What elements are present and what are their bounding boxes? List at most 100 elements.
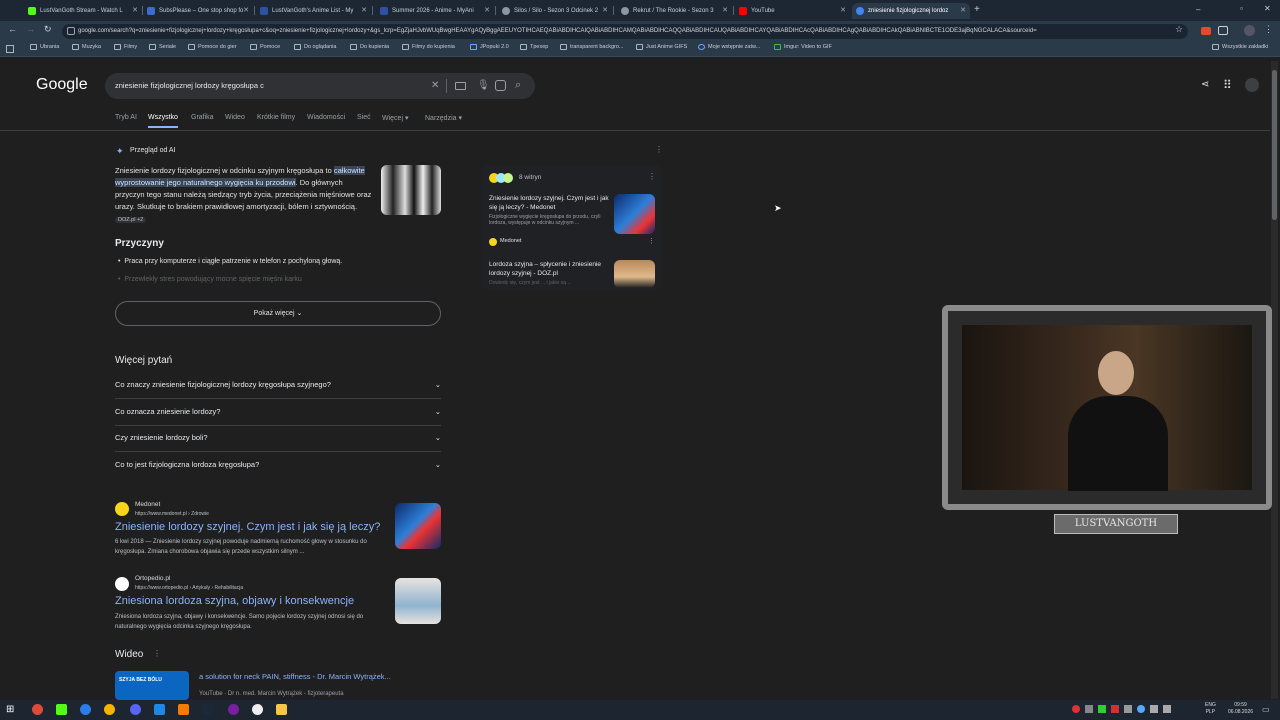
more-options-icon[interactable]: ⋮ [648, 237, 655, 245]
tab-kick[interactable]: LustVanGoth Stream - Watch L ✕ [24, 3, 142, 19]
system-tray[interactable] [1072, 705, 1202, 715]
more-options-icon[interactable]: ⋮ [655, 145, 663, 154]
bookmark-link[interactable]: JPopuki 2.0 [470, 44, 509, 50]
tab-google-active[interactable]: zniesienie fizjologicznej lordoz ✕ [852, 3, 970, 19]
clock[interactable]: 09:59 06.08.2026 [1228, 702, 1253, 716]
close-icon[interactable]: ✕ [602, 6, 608, 14]
bookmark-link[interactable]: Just Anime GIFS [636, 44, 687, 50]
menu-icon[interactable]: ⋮ [1264, 24, 1273, 35]
xray-thumbnail[interactable] [381, 165, 441, 215]
more-options-icon[interactable]: ⋮ [153, 649, 161, 658]
bookmark-star-icon[interactable]: ☆ [1175, 24, 1183, 35]
extension-icon[interactable] [1201, 27, 1211, 35]
bookmark-folder[interactable]: Do kupienia [350, 44, 389, 50]
result-url[interactable]: https://www.medonet.pl › Zdrowie [135, 511, 209, 517]
close-icon[interactable]: ✕ [722, 6, 728, 14]
folder-icon[interactable] [276, 704, 287, 715]
video-title[interactable]: a solution for neck PAIN, stiffness - Dr… [199, 672, 391, 681]
tab-more[interactable]: Więcej ▾ [382, 114, 408, 122]
tab-videos[interactable]: Wideo [225, 114, 245, 121]
back-icon[interactable]: ← [8, 24, 17, 34]
more-options-icon[interactable]: ⋮ [648, 172, 656, 181]
close-icon[interactable]: ✕ [840, 6, 846, 14]
app-icon[interactable] [56, 704, 67, 715]
steam-icon[interactable] [202, 704, 213, 715]
new-tab-button[interactable]: + [974, 4, 980, 15]
mic-icon[interactable]: 🎙 [477, 80, 490, 91]
tab-short-videos[interactable]: Krótkie filmy [257, 114, 295, 121]
apps-grid-icon[interactable]: ⠿ [1223, 78, 1232, 92]
bookmark-folder[interactable]: Pomoce do gier [188, 44, 237, 50]
bookmark-link[interactable]: transparent backgro... [560, 44, 624, 50]
tab-web[interactable]: Sieć [357, 114, 371, 121]
tab-all[interactable]: Wszystko [148, 114, 178, 121]
clear-icon[interactable]: ✕ [431, 80, 439, 91]
apps-icon[interactable] [6, 45, 14, 53]
app-icon[interactable] [154, 704, 165, 715]
bookmark-link[interactable]: Moje wstępnie zatw... [698, 44, 760, 50]
paa-question[interactable]: Czy zniesienie lordozy boli? ⌄ [115, 433, 441, 442]
source-chip[interactable]: DOZ.pl +2 [115, 217, 147, 223]
close-icon[interactable]: ✕ [484, 6, 490, 14]
app-icon[interactable] [252, 704, 263, 715]
result-url[interactable]: https://www.ortopedio.pl › Artykuły › Re… [135, 585, 243, 591]
bookmark-folder[interactable]: Muzyka [72, 44, 101, 50]
notification-icon[interactable]: ▭ [1262, 705, 1270, 714]
video-thumbnail[interactable]: SZYJA BEZ BÓLU [115, 671, 189, 700]
language-indicator[interactable]: ENG PLP [1205, 702, 1216, 716]
result-thumbnail[interactable] [395, 503, 441, 549]
chrome-icon[interactable] [32, 704, 43, 715]
vlc-icon[interactable] [178, 704, 189, 715]
profile-avatar[interactable] [1244, 25, 1255, 36]
source-card-title[interactable]: Zniesienie lordozy szyjnej. Czym jest i … [489, 194, 609, 212]
close-icon[interactable]: ✕ [960, 6, 966, 14]
share-icon[interactable]: ⋖ [1201, 79, 1209, 90]
result-title[interactable]: Zniesienie lordozy szyjnej. Czym jest i … [115, 521, 380, 533]
bookmark-folder[interactable]: Seriale [149, 44, 176, 50]
google-account-avatar[interactable] [1245, 78, 1259, 92]
close-icon[interactable]: ✕ [132, 6, 138, 14]
spine-thumbnail[interactable] [614, 194, 655, 234]
sites-count[interactable]: 8 witryn [519, 174, 541, 181]
discord-icon[interactable] [130, 704, 141, 715]
bookmark-link[interactable]: Imgur: Video to GIF [774, 44, 832, 50]
result-thumbnail[interactable] [395, 578, 441, 624]
tab-news[interactable]: Wiadomości [307, 114, 345, 121]
tab-mal-summer[interactable]: Summer 2026 - Anime - MyAni ✕ [376, 3, 494, 19]
all-bookmarks[interactable]: Wszystkie zakładki [1212, 44, 1268, 50]
tab-images[interactable]: Grafika [191, 114, 214, 121]
app-icon[interactable] [80, 704, 91, 715]
show-more-button[interactable]: Pokaż więcej ⌄ [115, 301, 441, 326]
tab-rookie[interactable]: Rekrut / The Rookie - Sezon 3 ✕ [617, 3, 732, 19]
extensions-icon[interactable] [1218, 26, 1228, 35]
tab-ai-mode[interactable]: Tryb AI [115, 114, 137, 121]
bookmark-folder[interactable]: Do oglądania [294, 44, 336, 50]
app-icon[interactable] [228, 704, 239, 715]
lens-icon[interactable] [495, 80, 506, 91]
scrollbar-thumb[interactable] [1272, 70, 1277, 220]
neck-thumbnail[interactable] [614, 260, 655, 288]
minimize-button[interactable]: – [1196, 5, 1200, 14]
result-site[interactable]: Medonet [135, 501, 160, 508]
paa-question[interactable]: Co znaczy zniesienie fizjologicznej lord… [115, 380, 441, 389]
result-title[interactable]: Zniesiona lordoza szyjna, objawy i konse… [115, 595, 354, 607]
tab-tools[interactable]: Narzędzia ▾ [425, 114, 462, 122]
forward-icon[interactable]: → [26, 24, 35, 34]
maximize-button[interactable]: ▫ [1240, 4, 1243, 13]
bookmark-folder[interactable]: Filmy do kupienia [402, 44, 455, 50]
tab-silo[interactable]: Silos / Silo - Sezon 3 Odcinek 2 ✕ [498, 3, 612, 19]
reload-icon[interactable]: ↻ [44, 24, 52, 35]
tab-mal-list[interactable]: LustVanGoth's Anime List - My ✕ [256, 3, 371, 19]
keyboard-icon[interactable] [455, 82, 466, 90]
window-close-button[interactable]: ✕ [1264, 4, 1271, 13]
bookmark-folder[interactable]: Filmy [114, 44, 137, 50]
search-icon[interactable]: ⌕ [515, 79, 521, 92]
search-input[interactable]: zniesienie fizjologicznej lordozy kręgos… [105, 73, 535, 99]
bookmark-link[interactable]: Tpexep [520, 44, 548, 50]
bookmark-folder[interactable]: Ubrania [30, 44, 59, 50]
paa-question[interactable]: Co oznacza zniesienie lordozy? ⌄ [115, 407, 441, 416]
address-bar[interactable]: google.com/search?q=zniesienie+fizjologi… [62, 24, 1188, 39]
result-site[interactable]: Ortopedio.pl [135, 575, 170, 582]
bookmark-folder[interactable]: Pomoce [250, 44, 280, 50]
tab-subsplease[interactable]: SubsPlease – One stop shop fo ✕ [143, 3, 253, 19]
